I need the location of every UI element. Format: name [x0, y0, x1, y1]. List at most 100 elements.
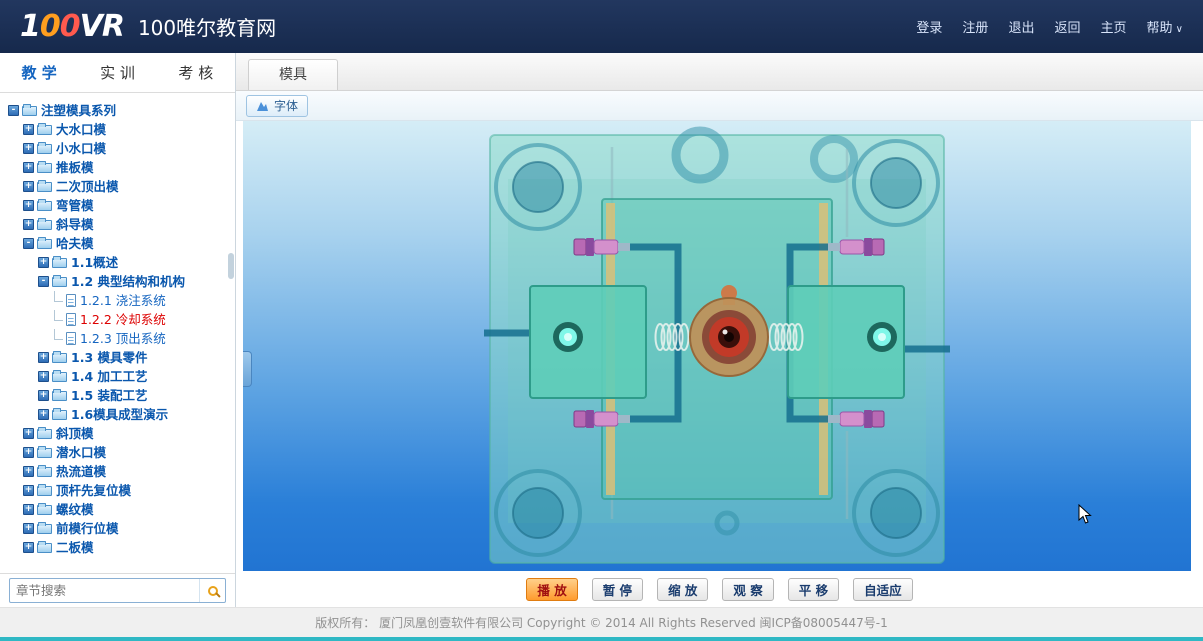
observe-button[interactable]: 观 察 [722, 578, 773, 601]
tree-item-label: 1.6模具成型演示 [71, 405, 168, 424]
nav-link-home[interactable]: 主页 [1100, 17, 1126, 36]
folder-icon [52, 277, 67, 287]
search-box [9, 578, 226, 603]
tree-item[interactable]: + 小水口模 [4, 139, 235, 158]
logo-letter: 0 [60, 9, 80, 44]
collapse-toggle-icon[interactable]: - [8, 105, 19, 116]
collapse-toggle-icon[interactable]: - [23, 238, 34, 249]
folder-icon [37, 239, 52, 249]
tree-item[interactable]: + 推板模 [4, 158, 235, 177]
tree-item[interactable]: +1.5 装配工艺 [4, 386, 235, 405]
folder-icon [37, 144, 52, 154]
expand-toggle-icon[interactable]: + [38, 257, 49, 268]
tree-item[interactable]: + 顶杆先复位模 [4, 481, 235, 500]
collapse-toggle-icon[interactable]: - [38, 276, 49, 287]
sidebar-tabs: 教 学实 训考 核 [0, 53, 235, 93]
expand-toggle-icon[interactable]: + [38, 371, 49, 382]
tree-item[interactable]: +二次顶出模 [4, 177, 235, 196]
folder-icon [22, 106, 37, 116]
sidebar: 教 学实 训考 核 -注塑模具系列+大水口模+小水口模+推板模+二次顶出模+弯管… [0, 53, 236, 607]
folder-icon [37, 524, 52, 534]
expand-toggle-icon[interactable]: + [23, 485, 34, 496]
nav-link-register[interactable]: 注册 [962, 17, 988, 36]
tree-item[interactable]: 1.2.1 浇注系统 [4, 291, 235, 310]
footer: 版权所有： 厦门凤凰创壹软件有限公司 Copyright © 2014 All … [0, 607, 1203, 637]
play-button[interactable]: 播 放 [526, 578, 577, 601]
tree-item[interactable]: -注塑模具系列 [4, 101, 235, 120]
nav-link-login[interactable]: 登录 [916, 17, 942, 36]
expand-toggle-icon[interactable]: + [38, 409, 49, 420]
tree-item[interactable]: +1.6模具成型演示 [4, 405, 235, 424]
tree-item[interactable]: -哈夫模 [4, 234, 235, 253]
tree-item[interactable]: +大水口模 [4, 120, 235, 139]
tree-connector-line [54, 310, 63, 321]
tree-item[interactable]: + 热流道模 [4, 462, 235, 481]
folder-icon [52, 410, 67, 420]
tree-item[interactable]: +前模行位模 [4, 519, 235, 538]
tree-item[interactable]: +1.4 加工工艺 [4, 367, 235, 386]
tree-item[interactable]: + 二板模 [4, 538, 235, 557]
tree-item[interactable]: +1.3 模具零件 [4, 348, 235, 367]
logo-letter: VR [80, 9, 124, 44]
expand-toggle-icon[interactable]: + [23, 219, 34, 230]
expand-toggle-icon[interactable]: + [23, 523, 34, 534]
bottom-accent-strip [0, 637, 1203, 641]
font-button[interactable]: 字体 [246, 95, 308, 117]
expand-toggle-icon[interactable]: + [23, 504, 34, 515]
expand-toggle-icon[interactable]: + [23, 200, 34, 211]
nav-link-back[interactable]: 返回 [1054, 17, 1080, 36]
tree-item[interactable]: +弯管模 [4, 196, 235, 215]
tree-item-label: 螺纹模 [56, 500, 94, 519]
nav-link-logout[interactable]: 退出 [1008, 17, 1034, 36]
tree-item-label: 热流道模 [56, 462, 106, 481]
folder-icon [37, 486, 52, 496]
site-logo[interactable]: 100VR [20, 9, 124, 44]
expand-toggle-icon[interactable]: + [23, 428, 34, 439]
folder-icon [37, 182, 52, 192]
document-icon [66, 294, 76, 307]
sidebar-tab-assessment[interactable]: 考 核 [157, 53, 235, 92]
course-tree: -注塑模具系列+大水口模+小水口模+推板模+二次顶出模+弯管模+斜导模-哈夫模+… [0, 93, 235, 573]
pause-button[interactable]: 暂 停 [592, 578, 643, 601]
tab-mold[interactable]: 模具 [248, 59, 338, 90]
search-button[interactable] [199, 579, 225, 602]
tree-item[interactable]: 1.2.2 冷却系统 [4, 310, 235, 329]
nav-link-help[interactable]: 帮助 ∨ [1146, 17, 1183, 36]
expand-toggle-icon[interactable]: + [23, 181, 34, 192]
zoom-button[interactable]: 缩 放 [657, 578, 708, 601]
site-title: 100唯尔教育网 [138, 12, 276, 41]
expand-toggle-icon[interactable]: + [23, 447, 34, 458]
viewer-controls: 播 放暂 停缩 放观 察平 移自适应 [236, 571, 1203, 607]
top-header: 100VR 100唯尔教育网 登录 注册 退出 返回 主页 帮助 ∨ [0, 0, 1203, 53]
expand-toggle-icon[interactable]: + [23, 162, 34, 173]
expand-toggle-icon[interactable]: + [23, 143, 34, 154]
viewer-3d[interactable] [243, 121, 1191, 571]
search-input[interactable] [10, 579, 199, 602]
tree-item-label: 斜顶模 [56, 424, 94, 443]
tree-item[interactable]: +1.1概述 [4, 253, 235, 272]
sidebar-collapse-handle[interactable] [243, 351, 252, 387]
expand-toggle-icon[interactable]: + [23, 542, 34, 553]
tree-item-label: 顶杆先复位模 [56, 481, 131, 500]
tree-item-label: 二板模 [56, 538, 94, 557]
mold-3d-model[interactable] [482, 121, 952, 571]
sidebar-tab-teaching[interactable]: 教 学 [0, 53, 78, 92]
tree-item[interactable]: 1.2.3 顶出系统 [4, 329, 235, 348]
sidebar-tab-training[interactable]: 实 训 [78, 53, 156, 92]
tree-item[interactable]: + 斜导模 [4, 215, 235, 234]
tree-scrollbar-thumb[interactable] [228, 253, 234, 279]
tree-connector-line [54, 329, 63, 340]
tree-item[interactable]: + 螺纹模 [4, 500, 235, 519]
expand-toggle-icon[interactable]: + [23, 466, 34, 477]
expand-toggle-icon[interactable]: + [38, 390, 49, 401]
pan-button[interactable]: 平 移 [788, 578, 839, 601]
auto-fit-button[interactable]: 自适应 [853, 578, 913, 601]
tree-item[interactable]: + 斜顶模 [4, 424, 235, 443]
tree-item[interactable]: +潜水口模 [4, 443, 235, 462]
tree-item-label: 斜导模 [56, 215, 94, 234]
expand-toggle-icon[interactable]: + [38, 352, 49, 363]
expand-toggle-icon[interactable]: + [23, 124, 34, 135]
tree-item-label: 小水口模 [56, 139, 106, 158]
tree-item-label: 推板模 [56, 158, 94, 177]
tree-item[interactable]: -1.2 典型结构和机构 [4, 272, 235, 291]
